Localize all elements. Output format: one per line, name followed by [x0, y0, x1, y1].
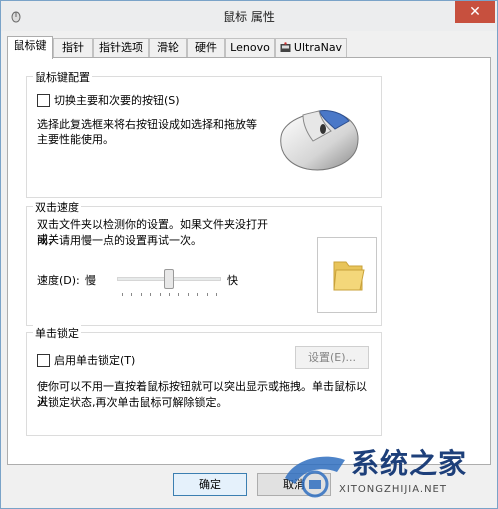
- test-folder-box[interactable]: [317, 237, 377, 313]
- click-lock-description-2: 入锁定状态,再次单击鼠标可解除锁定。: [37, 396, 228, 409]
- watermark-brand: 系统之家: [351, 447, 468, 480]
- tab-wheel[interactable]: 滑轮: [149, 38, 187, 58]
- tab-panel: 鼠标键配置 切换主要和次要的按钮(S) 选择此复选框来将右按钮设成如选择和拖放等…: [7, 57, 491, 465]
- slider-tick: [160, 293, 161, 296]
- double-click-description-2: 闭，请用慢一点的设置再试一次。: [37, 234, 202, 247]
- enable-click-lock-checkbox[interactable]: [37, 354, 50, 367]
- click-lock-settings-button[interactable]: 设置(E)...: [295, 346, 369, 369]
- window-title: 鼠标 属性: [223, 10, 275, 24]
- slider-tick: [150, 293, 151, 296]
- slow-label: 慢: [85, 274, 96, 287]
- slider-tick: [122, 293, 123, 296]
- slider-tick: [141, 293, 142, 296]
- tab-lenovo[interactable]: Lenovo: [225, 38, 275, 58]
- tab-pointers[interactable]: 指针: [53, 38, 93, 58]
- tab-pointer-options[interactable]: 指针选项: [93, 38, 149, 58]
- click-lock-group: 单击锁定 启用单击锁定(T) 设置(E)... 使你可以不用一直按着鼠标按钮就可…: [26, 325, 382, 436]
- click-lock-group-label: 单击锁定: [33, 325, 81, 341]
- tab-ultranav[interactable]: UltraNav: [275, 38, 347, 58]
- speed-slider[interactable]: [117, 267, 221, 297]
- button-config-description: 选择此复选框来将右按钮设成如选择和拖放等主要性能使用。: [37, 118, 257, 146]
- enable-click-lock-label[interactable]: 启用单击锁定(T): [54, 353, 135, 368]
- ok-button[interactable]: 确定: [173, 473, 247, 496]
- speed-slider-thumb[interactable]: [164, 269, 174, 289]
- slider-tick: [131, 293, 132, 296]
- switch-buttons-checkbox[interactable]: [37, 94, 50, 107]
- folder-icon[interactable]: [318, 238, 378, 314]
- watermark-logo: 系统之家 XITONGZHIJIA.NET: [275, 438, 495, 508]
- slider-tick: [216, 293, 217, 296]
- slider-tick: [178, 293, 179, 296]
- slider-tick: [207, 293, 208, 296]
- speed-label: 速度(D):: [37, 274, 80, 287]
- ultranav-icon: [280, 42, 291, 52]
- mouse-image: [280, 110, 359, 171]
- tab-buttons[interactable]: 鼠标键: [7, 36, 53, 59]
- watermark-subtext: XITONGZHIJIA.NET: [339, 484, 447, 495]
- mouse-preview: [263, 89, 375, 191]
- slider-tick: [169, 293, 170, 296]
- tab-hardware[interactable]: 硬件: [187, 38, 225, 58]
- switch-buttons-label[interactable]: 切换主要和次要的按钮(S): [54, 93, 180, 108]
- slider-tick: [197, 293, 198, 296]
- button-config-group-label: 鼠标键配置: [33, 69, 92, 85]
- double-click-group-label: 双击速度: [33, 199, 81, 215]
- slider-tick: [188, 293, 189, 296]
- double-click-group: 双击速度 双击文件夹以检测你的设置。如果文件夹没打开或关 闭，请用慢一点的设置再…: [26, 199, 382, 326]
- tab-ultranav-label: UltraNav: [293, 41, 343, 54]
- button-config-group: 鼠标键配置 切换主要和次要的按钮(S) 选择此复选框来将右按钮设成如选择和拖放等…: [26, 69, 382, 198]
- fast-label: 快: [227, 274, 238, 287]
- mouse-properties-window: 鼠标 属性 ✕ 鼠标键 指针 指针选项 滑轮 硬件 Lenovo UltraNa…: [0, 0, 498, 509]
- title-bar: 鼠标 属性 ✕: [1, 1, 497, 31]
- close-button[interactable]: ✕: [455, 1, 495, 23]
